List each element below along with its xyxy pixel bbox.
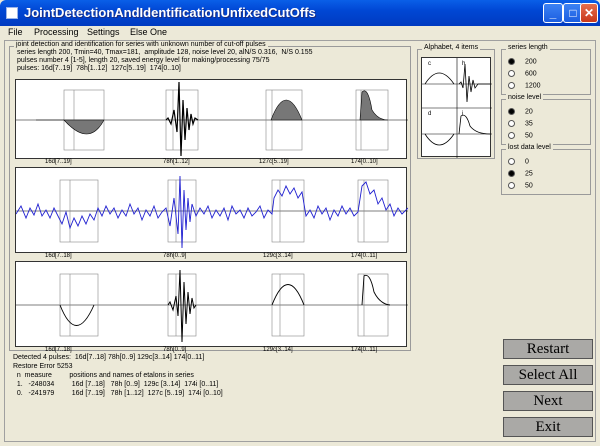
panel3-label-4: 174[0..11]: [351, 347, 378, 353]
alphabet-panel: c h d i: [421, 57, 492, 158]
alphabet-letter-i: i: [462, 111, 464, 117]
noisy-series-panel: [15, 167, 409, 253]
alphabet-letter-h: h: [462, 61, 466, 67]
restored-plot: [16, 269, 408, 343]
minimize-button[interactable]: _: [543, 3, 563, 23]
noise-level-option-2[interactable]: 35: [508, 120, 533, 127]
panel1-label-2: 78h[1..12]: [163, 159, 190, 165]
panel2-label-3: 129c[3..14]: [263, 253, 293, 259]
exit-button[interactable]: Exit: [503, 417, 593, 437]
noise-level-option-3[interactable]: 50: [508, 132, 533, 139]
panel3-label-1: 16d[7..18]: [45, 347, 72, 353]
radio-dot[interactable]: [508, 58, 515, 65]
series-length-group: series length 200 600 1200: [501, 44, 591, 95]
app-icon: [6, 7, 18, 19]
panel1-label-1: 16d[7..19]: [45, 159, 72, 165]
lost-data-option-1[interactable]: 0: [508, 158, 529, 165]
radio-dot[interactable]: [508, 120, 515, 127]
lost-data-option-2[interactable]: 25: [508, 170, 533, 177]
window-title: JointDetectionAndIdentificationUnfixedCu…: [24, 5, 316, 20]
series-info-3: pulses: 16d[7..19] 78h[1..12] 127c[5..19…: [17, 65, 181, 72]
series-length-option-3[interactable]: 1200: [508, 82, 541, 89]
menu-processing[interactable]: Processing: [34, 27, 79, 37]
results-row-1: 1. -248034 16d [7..18] 78h [0..9] 129c […: [13, 381, 219, 388]
menu-file[interactable]: File: [8, 27, 23, 37]
alphabet-letter-d: d: [428, 111, 432, 117]
lost-data-caption: lost data level: [506, 144, 553, 151]
radio-dot[interactable]: [508, 108, 515, 115]
main-group-caption: joint detection and identification for s…: [14, 41, 268, 48]
panel3-label-3: 129c[3..14]: [263, 347, 293, 353]
panel2-label-4: 174[0..11]: [351, 253, 378, 259]
alphabet-plot: [422, 58, 492, 158]
alphabet-letter-c: c: [428, 61, 431, 67]
select-all-button[interactable]: Select All: [503, 365, 593, 385]
menu-else-one[interactable]: Else One: [130, 27, 167, 37]
radio-dot[interactable]: [508, 132, 515, 139]
panel1-label-3: 127c[5..19]: [259, 159, 289, 165]
pulses-panel: [15, 79, 408, 159]
lost-data-option-3[interactable]: 50: [508, 182, 533, 189]
radio-dot[interactable]: [508, 170, 515, 177]
detected-pulses-text: Detected 4 pulses: 16d[7..18] 78h[0..9] …: [13, 354, 205, 361]
radio-dot[interactable]: [508, 182, 515, 189]
panel1-label-4: 174[0..10]: [351, 159, 378, 165]
restart-button[interactable]: Restart: [503, 339, 593, 359]
restore-error-text: Restore Error 5253: [13, 363, 73, 370]
series-length-option-1[interactable]: 200: [508, 58, 537, 65]
panel2-label-2: 78h[0..9]: [163, 253, 187, 259]
series-length-option-2[interactable]: 600: [508, 70, 537, 77]
noisy-series-plot: [15, 175, 409, 249]
radio-dot[interactable]: [508, 70, 515, 77]
client-area: joint detection and identification for s…: [4, 40, 596, 442]
next-button[interactable]: Next: [503, 391, 593, 411]
series-info-2: pulses number 4 [1-5], length 20, saved …: [17, 57, 270, 64]
menu-settings[interactable]: Settings: [87, 27, 120, 37]
series-info-1: series length 200, Tmin=40, Tmax=181, am…: [17, 49, 313, 56]
menu-bar: File Processing Settings Else One: [0, 26, 600, 40]
alphabet-caption: Alphabet, 4 items: [422, 44, 481, 51]
restored-panel: [15, 261, 408, 347]
noise-level-caption: noise level: [506, 94, 544, 101]
noise-level-group: noise level 20 35 50: [501, 94, 591, 145]
lost-data-group: lost data level 0 25 50: [501, 144, 591, 195]
title-bar: JointDetectionAndIdentificationUnfixedCu…: [0, 0, 600, 26]
radio-dot[interactable]: [508, 158, 515, 165]
noise-level-option-1[interactable]: 20: [508, 108, 533, 115]
results-header: n measure positions and names of etalons…: [13, 372, 194, 379]
panel2-label-1: 16d[7..18]: [45, 253, 72, 259]
results-row-2: 0. -241979 16d [7..19] 78h [1..12] 127c …: [13, 390, 223, 397]
panel3-label-2: 78h[0..9]: [163, 347, 187, 353]
series-length-caption: series length: [506, 44, 550, 51]
close-button[interactable]: ✕: [580, 3, 598, 23]
radio-dot[interactable]: [508, 82, 515, 89]
pulses-plot: [16, 81, 408, 157]
